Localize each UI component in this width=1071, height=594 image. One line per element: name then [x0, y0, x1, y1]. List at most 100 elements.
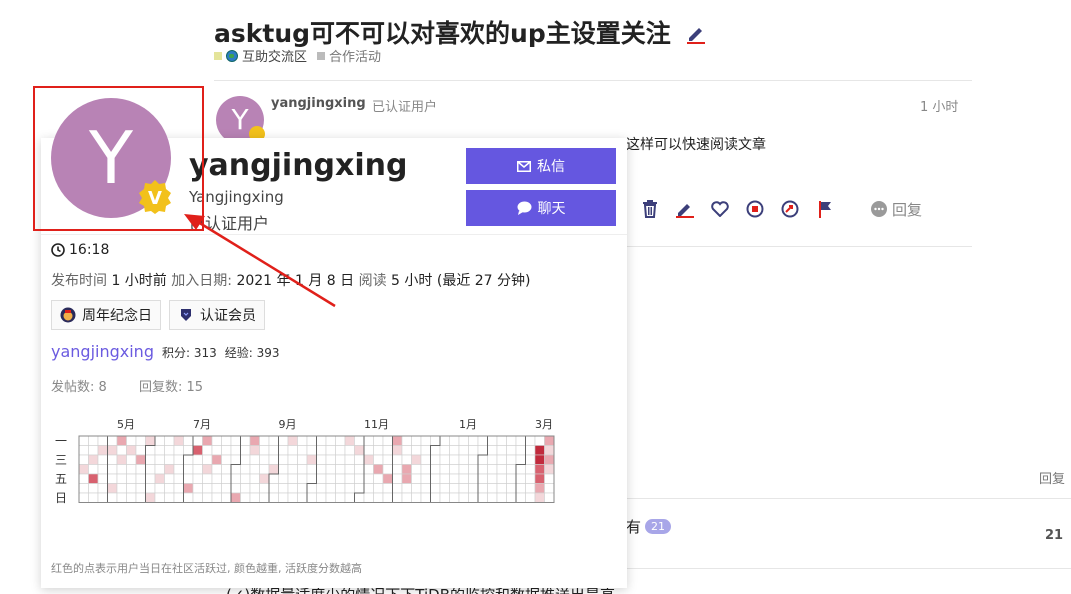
heatmap-cell: [544, 464, 555, 475]
heatmap-cell: [211, 483, 222, 494]
heatmap-month-label: 9月: [279, 418, 297, 431]
divider: [626, 498, 1071, 499]
heatmap-cell: [126, 483, 137, 494]
heatmap-cell: [420, 483, 431, 494]
delete-icon[interactable]: [640, 198, 660, 220]
private-message-button[interactable]: 私信: [466, 148, 616, 184]
flag-icon[interactable]: [815, 198, 835, 220]
heatmap-cell: [373, 435, 384, 446]
heatmap-cell: [354, 483, 365, 494]
badge-anniversary[interactable]: 周年纪念日: [51, 300, 161, 330]
breadcrumb-subcategory[interactable]: 合作活动: [329, 46, 381, 65]
heatmap-cell: [287, 464, 298, 475]
heatmap-cell: [259, 445, 270, 456]
heatmap-cell: [173, 454, 184, 465]
heatmap-cell: [107, 473, 118, 484]
heatmap-cell: [344, 492, 355, 503]
heatmap-cell: [259, 483, 270, 494]
heatmap-cell: [335, 435, 346, 446]
post-username[interactable]: yangjingxing: [271, 96, 366, 111]
heatmap-cell: [401, 454, 412, 465]
heatmap-cell: [411, 483, 422, 494]
subcategory-color-swatch: [317, 51, 326, 60]
heatmap-cell: [88, 435, 99, 446]
heatmap-cell: [458, 464, 469, 475]
heatmap-cell: [525, 492, 536, 503]
heatmap-cell: [506, 445, 517, 456]
posted-value: 1 小时前: [111, 273, 167, 289]
edit-pencil-icon[interactable]: [675, 198, 695, 220]
reply-button[interactable]: 回复: [870, 199, 922, 220]
heatmap-cell: [154, 492, 165, 503]
heatmap-cell: [382, 445, 393, 456]
joined-value: 2021 年 1 月 8 日: [236, 273, 355, 289]
user-card-username[interactable]: yangjingxing: [189, 148, 408, 183]
heatmap-cell: [439, 445, 450, 456]
heatmap-cell: [544, 492, 555, 503]
heatmap-cell: [449, 473, 460, 484]
heatmap-cell: [449, 483, 460, 494]
chat-button[interactable]: 聊天: [466, 190, 616, 226]
heatmap-cell: [78, 483, 89, 494]
heatmap-cell: [477, 464, 488, 475]
heatmap-cell: [183, 454, 194, 465]
heatmap-cell: [145, 454, 156, 465]
heatmap-cell: [249, 492, 260, 503]
heatmap-cell: [373, 492, 384, 503]
stop-circle-icon[interactable]: [745, 198, 765, 220]
heatmap-cell: [221, 492, 232, 503]
related-reply-header: 回复: [1039, 472, 1066, 487]
heatmap-cell: [202, 445, 213, 456]
heatmap-cell: [458, 435, 469, 446]
heatmap-cell: [449, 464, 460, 475]
heatmap-cell: [211, 435, 222, 446]
heatmap-cell: [458, 454, 469, 465]
heatmap-cell: [183, 464, 194, 475]
heart-icon[interactable]: [710, 198, 730, 220]
heatmap-cell: [173, 483, 184, 494]
anniversary-icon: [60, 307, 76, 323]
heatmap-cell: [287, 454, 298, 465]
heatmap-cell: [97, 435, 108, 446]
heatmap-cell: [430, 435, 441, 446]
heatmap-cell: [515, 454, 526, 465]
heatmap-cell: [430, 492, 441, 503]
user-profile-link[interactable]: yangjingxing: [51, 342, 154, 361]
heatmap-cell: [192, 492, 203, 503]
heatmap-cell: [363, 454, 374, 465]
heatmap-cell: [411, 464, 422, 475]
badge-certified-member[interactable]: 认证会员: [169, 300, 265, 330]
heatmap-cell: [430, 445, 441, 456]
related-topic-title[interactable]: 有 21: [626, 516, 672, 537]
heatmap-cell: [221, 483, 232, 494]
heatmap-cell: [316, 445, 327, 456]
heatmap-cell: [344, 435, 355, 446]
heatmap-cell: [249, 445, 260, 456]
share-circle-icon[interactable]: [780, 198, 800, 220]
heatmap-cell: [316, 464, 327, 475]
heatmap-cell: [325, 473, 336, 484]
heatmap-cell: [126, 464, 137, 475]
post-time[interactable]: 1 小时: [920, 96, 958, 115]
read-label: 阅读: [358, 273, 387, 289]
heatmap-cell: [88, 464, 99, 475]
heatmap-cell: [97, 454, 108, 465]
heatmap-cell: [88, 445, 99, 456]
heatmap-cell: [297, 492, 308, 503]
heatmap-cell: [259, 473, 270, 484]
heatmap-cell: [116, 464, 127, 475]
heatmap-cell: [135, 435, 146, 446]
heatmap-cell: [411, 454, 422, 465]
heatmap-cell: [373, 473, 384, 484]
breadcrumb-category[interactable]: 互助交流区: [242, 46, 307, 65]
pencil-icon[interactable]: [685, 21, 707, 50]
heatmap-cell: [145, 464, 156, 475]
heatmap-cell: [534, 464, 545, 475]
badge-name: 周年纪念日: [82, 308, 152, 324]
heatmap-cell: [221, 464, 232, 475]
heatmap-cell: [335, 492, 346, 503]
heatmap-cell: [192, 483, 203, 494]
heatmap-cell: [135, 483, 146, 494]
heatmap-cell: [230, 435, 241, 446]
heatmap-cell: [192, 464, 203, 475]
